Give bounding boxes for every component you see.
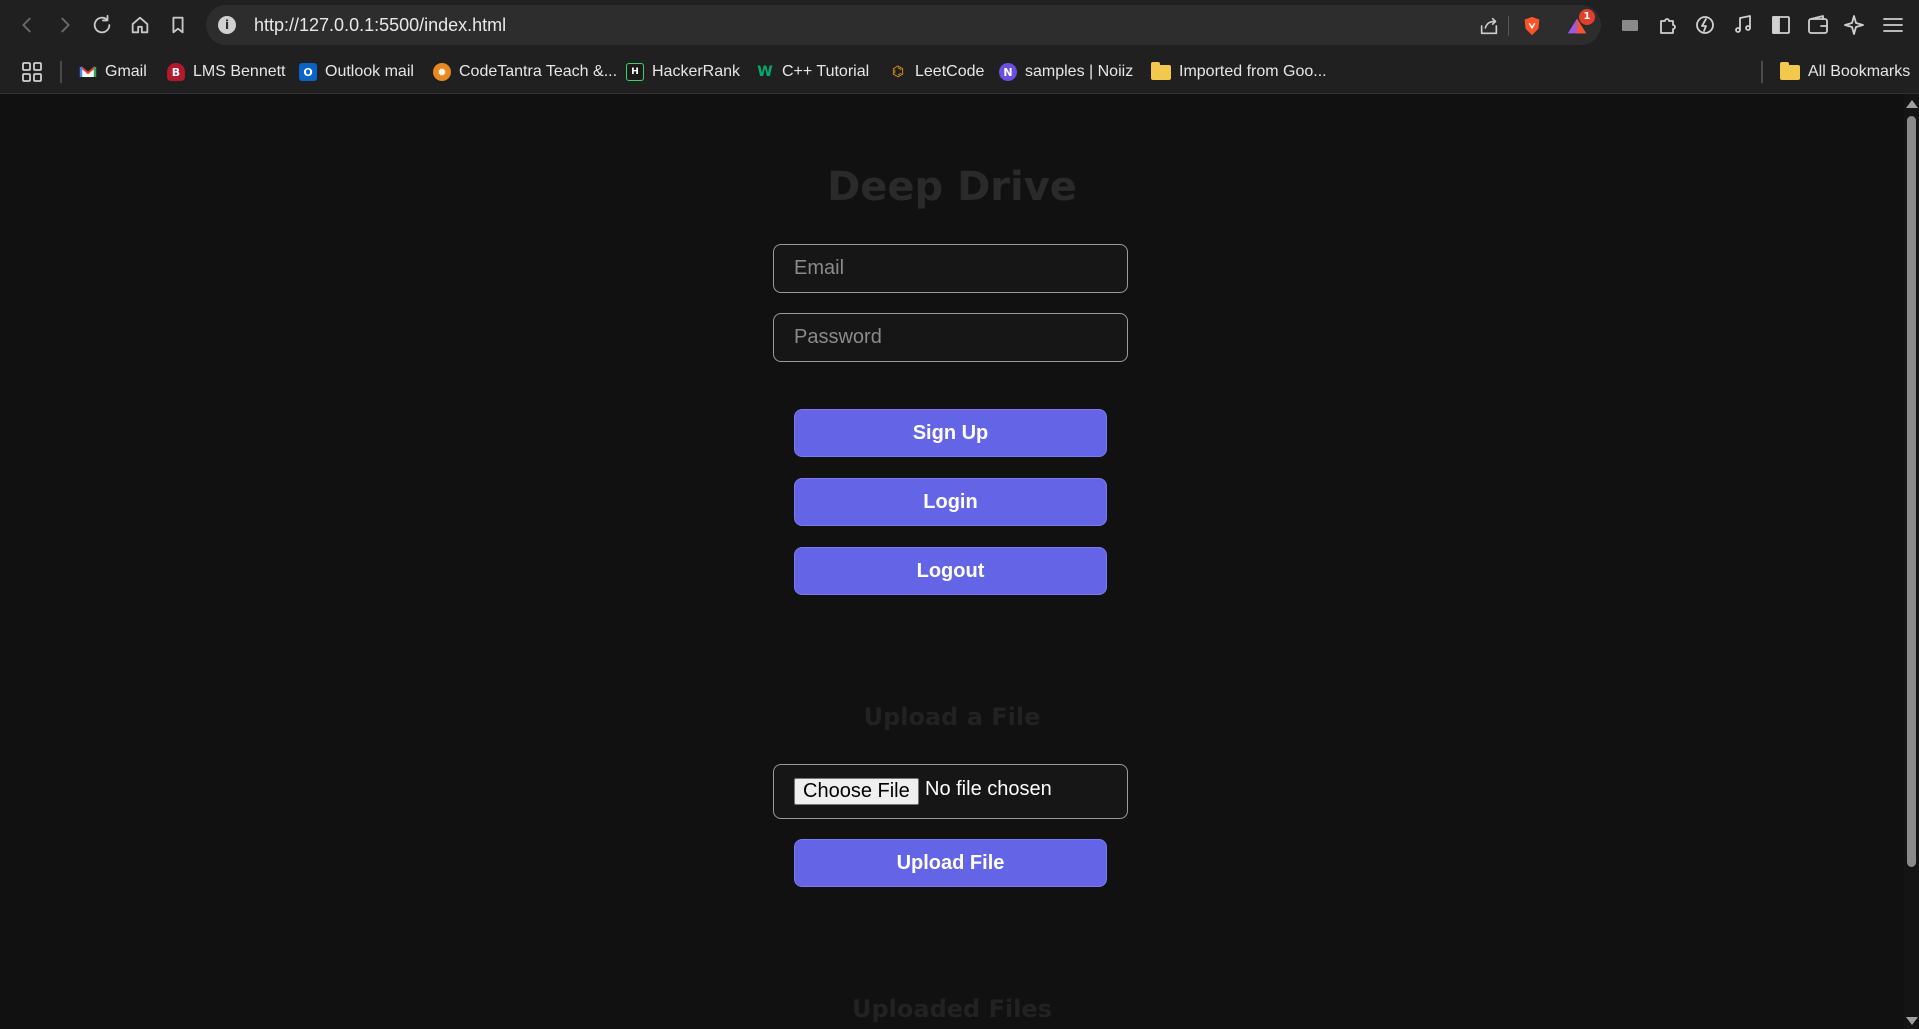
page-content: Deep Drive Sign Up Login Logout Upload a… [0, 94, 1904, 1029]
upload-heading: Upload a File [863, 703, 1041, 731]
bookmark-label: CodeTantra Teach &... [459, 63, 618, 80]
bookmarks-bar: Gmail B LMS Bennett O Outlook mail ✹ Cod… [0, 50, 1919, 94]
sidebar-toggle-icon[interactable] [1769, 13, 1793, 37]
media-music-icon[interactable] [1731, 13, 1755, 37]
bookmark-icon [172, 16, 184, 34]
file-status-text: No file chosen [925, 778, 1052, 800]
bookmark-outlook[interactable]: O Outlook mail [299, 59, 414, 85]
forward-button[interactable] [50, 10, 80, 40]
gmail-icon [79, 63, 97, 81]
scroll-up-arrow-icon[interactable] [1906, 100, 1918, 108]
back-button[interactable] [12, 10, 42, 40]
leo-ai-icon[interactable] [1693, 13, 1717, 37]
bookmark-label: LeetCode [915, 63, 985, 80]
scroll-down-arrow-icon[interactable] [1906, 1017, 1918, 1025]
wallet-icon[interactable] [1806, 13, 1830, 37]
codetantra-icon: ✹ [433, 63, 451, 81]
bookmark-leetcode[interactable]: ⌬ LeetCode [889, 59, 985, 85]
outlook-icon: O [299, 63, 317, 81]
signup-button[interactable]: Sign Up [794, 409, 1107, 457]
bookmark-label: LMS Bennett [193, 63, 286, 80]
home-icon [131, 16, 149, 34]
w3schools-icon: W [757, 64, 773, 80]
page-scrollbar[interactable] [1904, 94, 1919, 1029]
login-button[interactable]: Login [794, 478, 1107, 526]
bookmark-label: samples | Noiiz [1025, 63, 1134, 80]
email-field[interactable] [773, 244, 1128, 293]
back-arrow-icon [22, 17, 31, 33]
leo-sparkle-icon[interactable] [1844, 13, 1868, 37]
file-input[interactable]: Choose File No file chosen [773, 764, 1128, 819]
bookmark-codetantra[interactable]: ✹ CodeTantra Teach &... [433, 59, 617, 85]
logout-button[interactable]: Logout [794, 547, 1107, 595]
url-separator [1508, 16, 1509, 36]
bookmark-label: C++ Tutorial [782, 63, 870, 80]
bookmarks-separator [60, 61, 62, 83]
all-bookmarks-folder[interactable]: All Bookmarks [1780, 59, 1910, 85]
hackerrank-icon: H [626, 63, 644, 81]
site-info-icon[interactable]: i [218, 16, 236, 34]
bookmark-noiiz[interactable]: N samples | Noiiz [999, 59, 1133, 85]
share-icon[interactable] [1478, 15, 1500, 37]
extensions-puzzle-icon[interactable] [1656, 13, 1680, 37]
bookmark-page-button[interactable] [163, 10, 193, 40]
address-bar[interactable]: i http://127.0.0.1:5500/index.html 1 [206, 5, 1601, 45]
folder-icon [1780, 61, 1800, 80]
upload-file-button[interactable]: Upload File [794, 839, 1107, 887]
leetcode-icon: ⌬ [891, 64, 905, 80]
lms-icon: B [167, 63, 185, 81]
bookmark-lms-bennett[interactable]: B LMS Bennett [167, 59, 286, 85]
bookmark-cpp-tutorial[interactable]: W C++ Tutorial [756, 59, 869, 85]
menu-hamburger-icon[interactable] [1881, 13, 1905, 37]
url-text[interactable]: http://127.0.0.1:5500/index.html [254, 15, 506, 36]
bookmark-label: HackerRank [652, 63, 741, 80]
uploaded-files-heading: Uploaded Files [852, 995, 1052, 1023]
all-bookmarks-label: All Bookmarks [1808, 63, 1911, 80]
bookmark-imported-folder[interactable]: Imported from Goo... [1151, 59, 1327, 85]
apps-grid-icon[interactable] [20, 60, 44, 84]
bookmark-label: Gmail [105, 63, 147, 80]
scrollbar-thumb[interactable] [1907, 116, 1916, 867]
folder-icon [1151, 61, 1171, 80]
forward-arrow-icon [61, 17, 70, 33]
page-title: Deep Drive [827, 164, 1077, 210]
home-button[interactable] [125, 10, 155, 40]
bookmark-gmail[interactable]: Gmail [79, 59, 147, 85]
bookmark-label: Outlook mail [325, 63, 414, 80]
notification-badge: 1 [1579, 9, 1595, 25]
reload-icon [93, 14, 111, 34]
noiiz-icon: N [999, 63, 1017, 81]
browser-toolbar: i http://127.0.0.1:5500/index.html 1 [0, 0, 1919, 50]
reload-button[interactable] [87, 10, 117, 40]
bookmark-label: Imported from Goo... [1179, 63, 1327, 80]
brave-shields-icon[interactable] [1521, 15, 1543, 37]
bookmarks-separator [1761, 61, 1763, 83]
bookmark-hackerrank[interactable]: H HackerRank [626, 59, 740, 85]
password-field[interactable] [773, 313, 1128, 362]
choose-file-button[interactable]: Choose File [794, 778, 919, 805]
extension-tab-icon[interactable] [1618, 13, 1642, 37]
